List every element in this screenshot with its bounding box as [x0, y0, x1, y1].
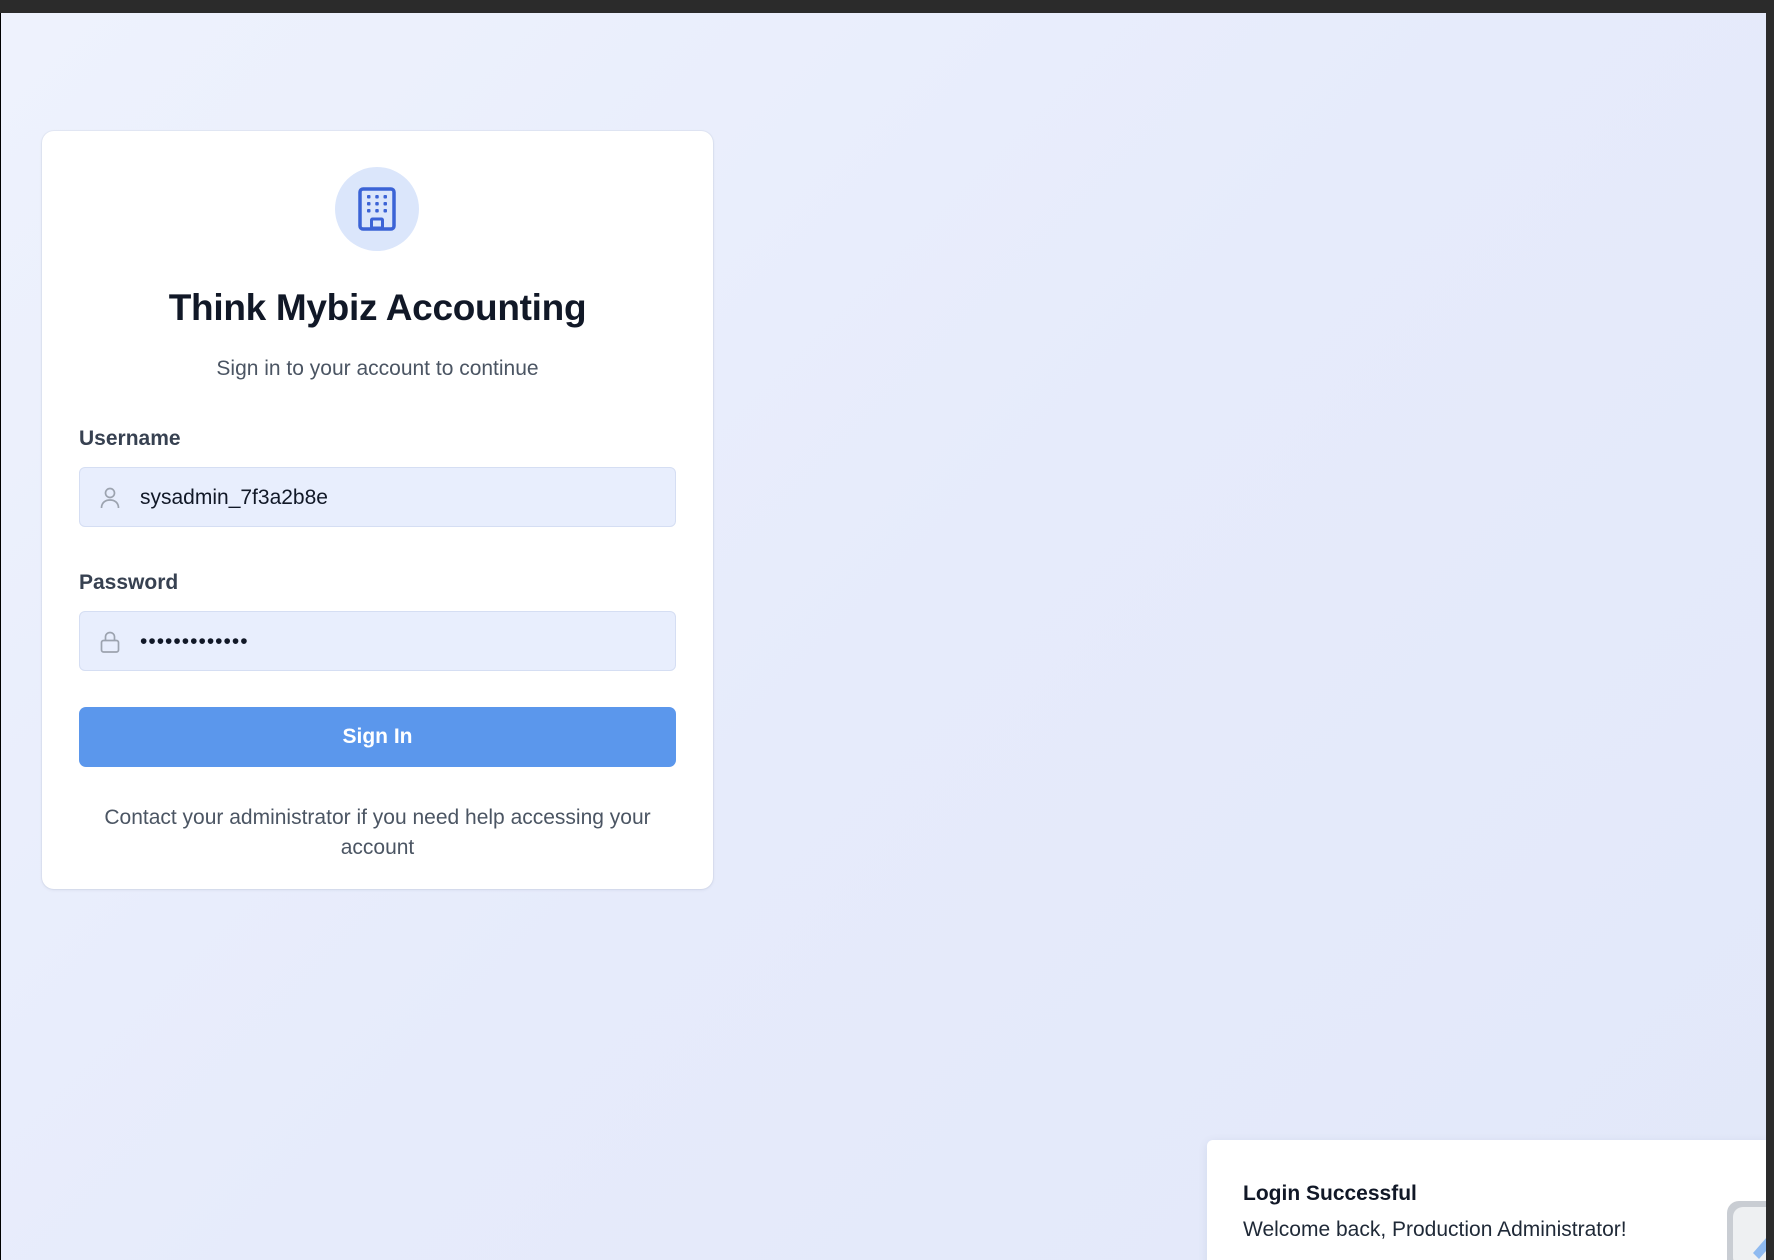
username-value: sysadmin_7f3a2b8e	[140, 486, 328, 509]
password-input[interactable]: •••••••••••••	[79, 611, 676, 671]
password-value: •••••••••••••	[140, 630, 249, 653]
app-logo	[335, 167, 419, 251]
help-text: Contact your administrator if you need h…	[104, 806, 651, 859]
lock-icon	[100, 631, 120, 653]
page-subtitle: Sign in to your account to continue	[216, 357, 539, 380]
toast-message: Welcome back, Production Administrator!	[1243, 1218, 1627, 1241]
username-input[interactable]: sysadmin_7f3a2b8e	[79, 467, 676, 527]
username-label: Username	[79, 427, 181, 450]
page-background: Think Mybiz Accounting Sign in to your a…	[1, 13, 1773, 1260]
toast-title: Login Successful	[1243, 1182, 1417, 1205]
building-icon	[358, 187, 396, 231]
login-success-toast: Login Successful Welcome back, Productio…	[1207, 1140, 1767, 1260]
user-icon	[100, 487, 120, 509]
window-top-bar	[0, 0, 1774, 13]
page-title: Think Mybiz Accounting	[168, 287, 587, 328]
password-label: Password	[79, 571, 179, 594]
login-card: Think Mybiz Accounting Sign in to your a…	[42, 131, 713, 889]
sign-in-button[interactable]: Sign In	[79, 707, 676, 767]
window-right-edge	[1766, 13, 1774, 1260]
